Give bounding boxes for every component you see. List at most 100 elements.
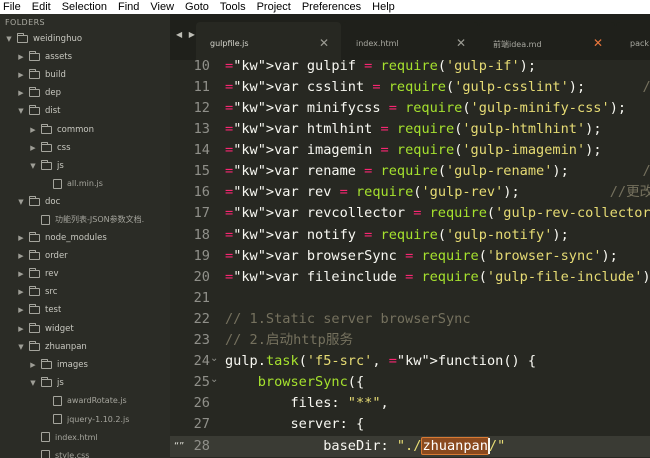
line-number: 20	[193, 268, 210, 285]
tree-folder[interactable]: ▶ order	[0, 247, 170, 265]
menu-project[interactable]: Project	[257, 0, 291, 14]
tree-folder[interactable]: ▶ rev	[0, 265, 170, 283]
disclosure-closed-icon[interactable]: ▶	[28, 126, 38, 134]
tree-file[interactable]: awardRotate.js	[0, 392, 170, 410]
tree-folder[interactable]: ▶ build	[0, 66, 170, 84]
tree-folder[interactable]: ▶ common	[0, 120, 170, 138]
disclosure-open-icon[interactable]: ▼	[28, 162, 38, 170]
tree-folder[interactable]: ▼ js	[0, 374, 170, 392]
disclosure-open-icon[interactable]: ▼	[16, 343, 26, 351]
tree-folder[interactable]: ▶ src	[0, 283, 170, 301]
disclosure-closed-icon[interactable]: ▶	[16, 71, 26, 79]
code-line: // 1.Static server browserSync	[225, 310, 471, 327]
tree-file[interactable]: index.html	[0, 428, 170, 446]
code-area[interactable]: ="kw">var gulpif = require('gulp-if'); /…	[225, 60, 650, 458]
tree-item-label: weidinghuo	[33, 34, 83, 45]
folder-icon	[29, 286, 40, 297]
unsaved-close-icon[interactable]: ✕	[593, 36, 603, 50]
tree-item-label: images	[57, 359, 88, 370]
folder-icon	[29, 340, 40, 351]
menu-edit[interactable]: Edit	[32, 0, 51, 14]
code-line: baseDir: "./zhuanpan/"	[225, 436, 506, 455]
disclosure-closed-icon[interactable]: ▶	[16, 53, 26, 61]
tree-item-label: test	[45, 305, 62, 316]
tree-item-label: js	[57, 160, 64, 171]
file-tree: ▼ weidinghuo ▶ assets ▶ build ▶ dep ▼ dist ▶ common…	[0, 30, 170, 458]
tab-scroll-arrows-icon[interactable]: ◀ ▶	[176, 30, 197, 39]
tree-file[interactable]: all.min.js	[0, 175, 170, 193]
line-number: 16	[193, 184, 210, 201]
line-number: 14	[193, 142, 210, 159]
tree-folder[interactable]: ▶ dep	[0, 84, 170, 102]
tree-folder[interactable]: ▼ doc	[0, 193, 170, 211]
tree-item-label: awardRotate.js	[67, 396, 127, 406]
disclosure-closed-icon[interactable]: ▶	[16, 252, 26, 260]
disclosure-closed-icon[interactable]: ▶	[16, 270, 26, 278]
folder-icon	[29, 250, 40, 261]
folder-icon	[29, 195, 40, 206]
tree-folder[interactable]: ▼ js	[0, 157, 170, 175]
tree-item-label: jquery-1.10.2.js	[67, 414, 130, 424]
menu-view[interactable]: View	[150, 0, 174, 14]
tree-item-label: index.html	[55, 432, 98, 442]
editor-tab[interactable]: 前端idea.md ✕	[479, 22, 615, 60]
line-number: 10	[193, 60, 210, 74]
disclosure-closed-icon[interactable]: ▶	[28, 361, 38, 369]
line-number: 25	[193, 374, 210, 391]
tree-folder[interactable]: ▼ weidinghuo	[0, 30, 170, 48]
disclosure-closed-icon[interactable]: ▶	[16, 325, 26, 333]
file-icon	[41, 450, 50, 458]
menu-find[interactable]: Find	[118, 0, 139, 14]
line-number: 27	[193, 416, 210, 433]
tree-folder[interactable]: ▶ test	[0, 301, 170, 319]
tree-folder[interactable]: ▼ dist	[0, 102, 170, 120]
tree-folder[interactable]: ▶ widget	[0, 320, 170, 338]
tree-folder[interactable]: ▶ node_modules	[0, 229, 170, 247]
folders-title: FOLDERS	[5, 18, 46, 27]
file-icon	[53, 395, 62, 406]
editor-tab[interactable]: gulpfile.js ✕	[196, 22, 341, 60]
fold-arrow-icon[interactable]: ⌄	[210, 369, 220, 390]
editor-tab[interactable]: index.html ✕	[342, 22, 478, 60]
file-icon	[53, 178, 62, 189]
code-editor[interactable]: 10 11 12 13 14 15 16 17 18 19 20 21 22 23 24 ⌄ 25 ⌄ 26 27 “”…	[170, 60, 650, 458]
disclosure-closed-icon[interactable]: ▶	[16, 89, 26, 97]
tree-item-label: dist	[45, 106, 61, 117]
menu-tools[interactable]: Tools	[220, 0, 246, 14]
tree-folder[interactable]: ▶ css	[0, 139, 170, 157]
tree-item-label: doc	[45, 196, 61, 207]
file-icon	[41, 214, 50, 225]
tree-folder[interactable]: ▶ assets	[0, 48, 170, 66]
disclosure-open-icon[interactable]: ▼	[16, 107, 26, 115]
disclosure-open-icon[interactable]: ▼	[16, 198, 26, 206]
menu-selection[interactable]: Selection	[62, 0, 107, 14]
code-line: ="kw">var htmlhint = require('gulp-htmlh…	[225, 121, 602, 137]
disclosure-closed-icon[interactable]: ▶	[28, 144, 38, 152]
disclosure-closed-icon[interactable]: ▶	[16, 234, 26, 242]
disclosure-open-icon[interactable]: ▼	[4, 35, 14, 43]
tree-item-label: src	[45, 287, 58, 298]
editor-tab[interactable]: pack	[616, 22, 650, 60]
menu-help[interactable]: Help	[372, 0, 395, 14]
tree-folder[interactable]: ▶ images	[0, 356, 170, 374]
menu-goto[interactable]: Goto	[185, 0, 209, 14]
disclosure-closed-icon[interactable]: ▶	[16, 306, 26, 314]
tree-file[interactable]: 功能列表-JSON参数文档.	[0, 211, 170, 229]
close-icon[interactable]: ✕	[319, 36, 329, 50]
line-number: 18	[193, 226, 210, 243]
disclosure-closed-icon[interactable]: ▶	[16, 288, 26, 296]
tree-item-label: widget	[45, 323, 74, 334]
menu-preferences[interactable]: Preferences	[302, 0, 361, 14]
disclosure-open-icon[interactable]: ▼	[28, 379, 38, 387]
tree-item-label: zhuanpan	[45, 341, 87, 352]
folder-icon	[29, 232, 40, 243]
fold-arrow-icon[interactable]: ⌄	[210, 348, 220, 369]
folder-icon	[29, 69, 40, 80]
tree-file[interactable]: jquery-1.10.2.js	[0, 410, 170, 428]
tree-item-label: node_modules	[45, 233, 107, 244]
tree-file[interactable]: style.css	[0, 446, 170, 458]
menu-file[interactable]: File	[3, 0, 21, 14]
line-number: 17	[193, 205, 210, 222]
tree-folder[interactable]: ▼ zhuanpan	[0, 338, 170, 356]
close-icon[interactable]: ✕	[456, 36, 466, 50]
